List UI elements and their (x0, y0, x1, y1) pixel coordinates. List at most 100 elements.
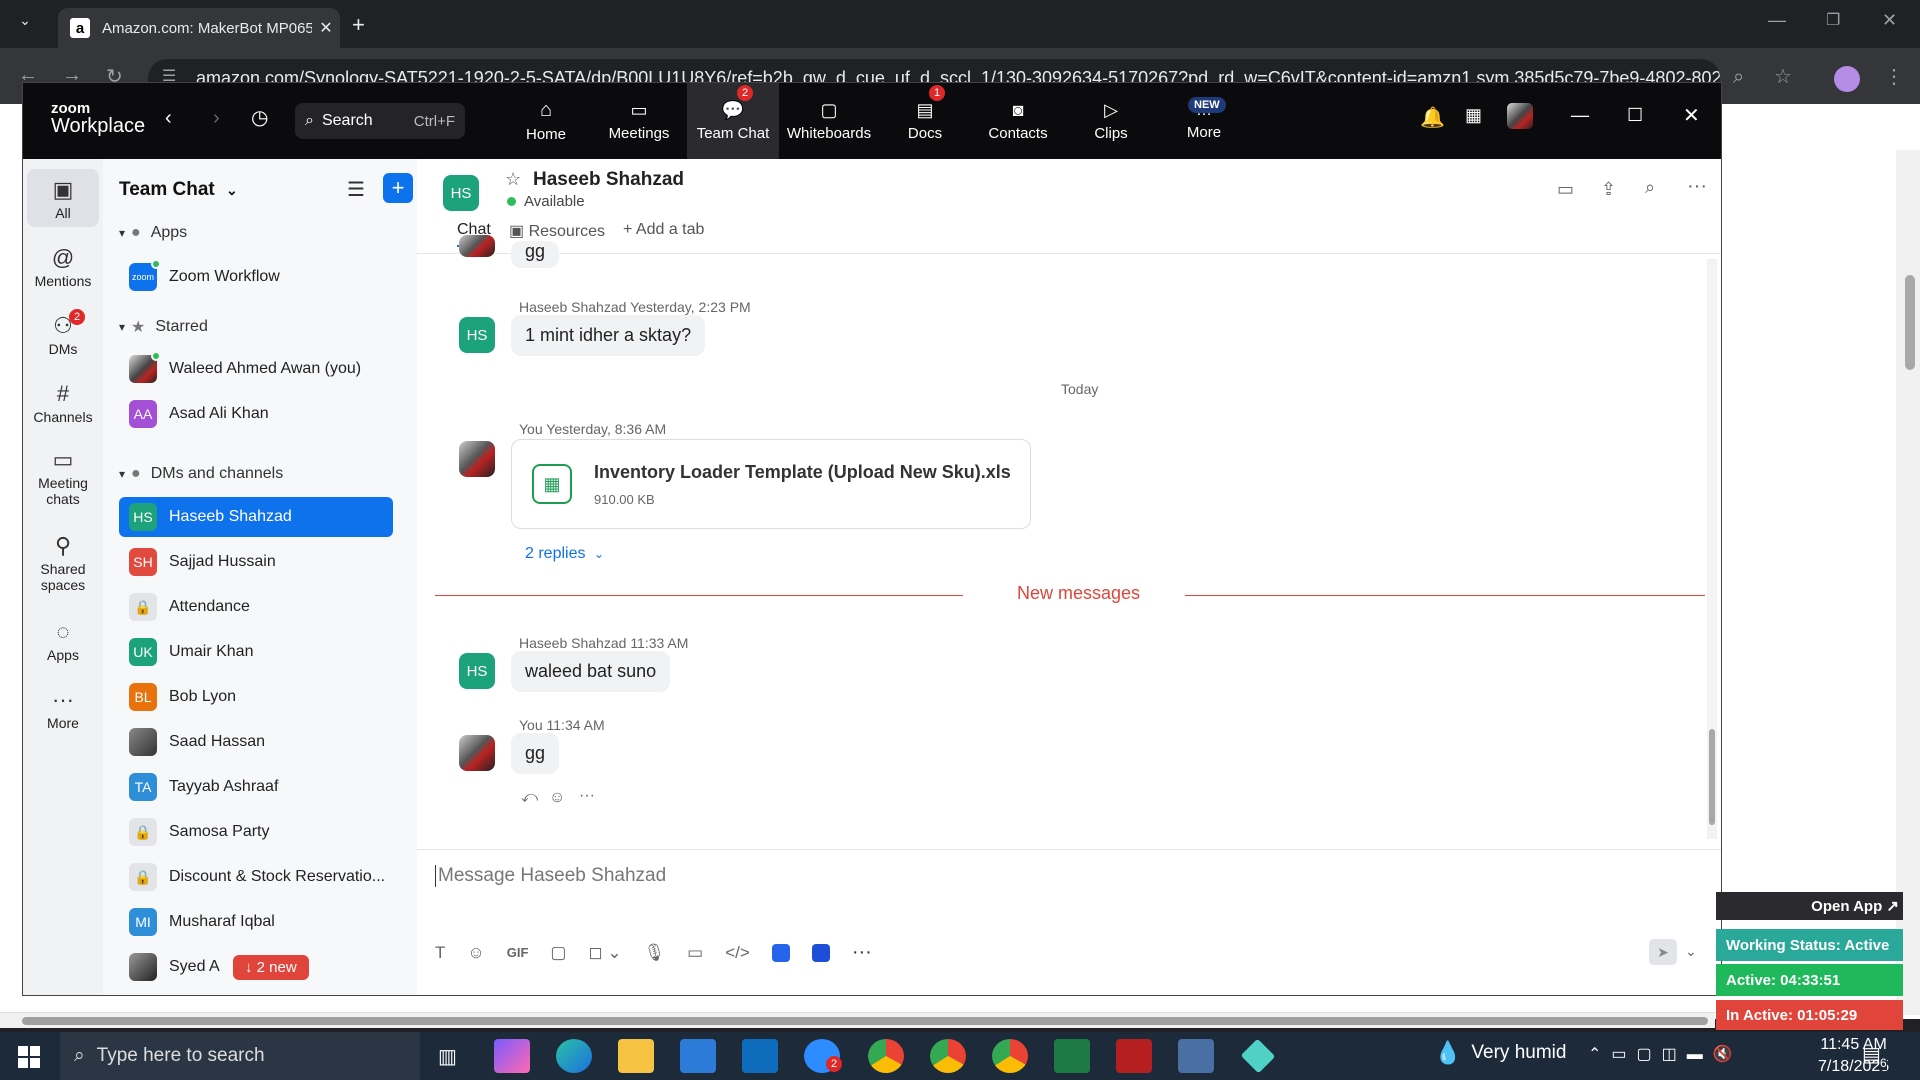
message-more-icon[interactable]: ··· (579, 787, 595, 805)
avatar[interactable]: HS (459, 317, 495, 353)
group-apps[interactable]: ▾ ● Apps (119, 224, 187, 242)
send-button[interactable]: ➤ (1649, 939, 1677, 965)
nav-whiteboards[interactable]: ▢ Whiteboards (779, 83, 879, 159)
task-view-icon[interactable]: ▥ (438, 1044, 457, 1069)
chat-scrollbar-thumb[interactable] (1709, 729, 1715, 825)
code-snippet-icon[interactable]: </> (725, 943, 750, 963)
replies-link[interactable]: 2 replies ⌄ (525, 545, 604, 563)
file-attachment-card[interactable]: ▦ Inventory Loader Template (Upload New … (511, 439, 1031, 529)
sidebar-item-tayyab[interactable]: TA Tayyab Ashraaf (119, 767, 393, 807)
open-app-button[interactable]: Open App ↗ (1716, 892, 1903, 920)
emoji-icon[interactable]: ☺ (467, 943, 484, 963)
screenshot-icon[interactable]: ◻ ⌄ (588, 943, 621, 963)
file-name[interactable]: Inventory Loader Template (Upload New Sk… (594, 462, 1011, 483)
favorite-star-icon[interactable]: ☆ (505, 169, 521, 190)
user-avatar[interactable] (1507, 103, 1533, 129)
close-zoom-icon[interactable]: ✕ (1683, 103, 1700, 128)
page-horizontal-scrollbar[interactable] (0, 1012, 1715, 1028)
excel-icon[interactable] (1054, 1039, 1090, 1073)
zoom-search-box[interactable]: ⌕ Search Ctrl+F (295, 103, 465, 139)
contact-avatar[interactable]: HS (443, 175, 479, 211)
avatar[interactable]: HS (459, 653, 495, 689)
nav-home[interactable]: ⌂ Home (500, 83, 592, 159)
new-tab-icon[interactable]: + (352, 12, 365, 38)
maximize-zoom-icon[interactable]: ☐ (1627, 105, 1643, 126)
sidebar-item-attendance[interactable]: 🔒 Attendance (119, 587, 393, 627)
tab-resources[interactable]: ▣ Resources (509, 221, 605, 241)
sidebar-item-waleed[interactable]: Waleed Ahmed Awan (you) (119, 349, 393, 389)
sidebar-item-umair[interactable]: UK Umair Khan (119, 632, 393, 672)
video-message-icon[interactable]: ▭ (687, 943, 703, 963)
sidebar-item-musharaf[interactable]: MI Musharaf Iqbal (119, 902, 393, 942)
add-reaction-icon[interactable]: ☺ (549, 789, 565, 807)
search-chat-icon[interactable]: ⌕ (1645, 177, 1655, 198)
sidebar-item-sajjad[interactable]: SH Sajjad Hussain (119, 542, 393, 582)
sidebar-item-zoom-workflow[interactable]: zoom Zoom Workflow (119, 257, 393, 297)
app-blue-icon-2[interactable] (811, 943, 830, 962)
sidebar-item-haseeb[interactable]: HS Haseeb Shahzad (119, 497, 393, 537)
calculator-icon[interactable] (1178, 1039, 1214, 1073)
page-scrollbar-thumb[interactable] (1905, 275, 1915, 370)
video-call-icon[interactable]: ▭ (1557, 179, 1574, 200)
nav-docs[interactable]: ▤ Docs 1 (879, 83, 971, 159)
chat-options-icon[interactable]: ··· (1687, 175, 1707, 198)
weather-widget[interactable]: 💧 Very humid (1434, 1040, 1566, 1066)
chrome-icon-2[interactable] (930, 1039, 966, 1073)
bookmark-star-icon[interactable]: ☆ (1774, 64, 1792, 89)
new-chat-button[interactable]: + (383, 173, 413, 203)
group-dms[interactable]: ▾ ● DMs and channels (119, 465, 283, 483)
new-messages-pill[interactable]: ↓ 2 new (233, 955, 309, 980)
outlook-icon[interactable] (742, 1039, 778, 1073)
rail-channels[interactable]: # Channels (27, 379, 99, 425)
sidebar-item-asad[interactable]: AA Asad Ali Khan (119, 394, 393, 434)
sidebar-item-saad[interactable]: Saad Hassan (119, 722, 393, 762)
message-input[interactable]: Message Haseeb Shahzad (435, 865, 1695, 887)
share-screen-icon[interactable]: ⇪ (1601, 179, 1616, 200)
reply-thread-icon[interactable]: ⤺ (521, 789, 538, 807)
message-bubble[interactable]: 1 mint idher a sktay? (511, 315, 706, 356)
attach-file-icon[interactable]: ▢ (550, 943, 566, 963)
format-text-icon[interactable]: T (435, 943, 445, 963)
nav-clips[interactable]: ▷ Clips (1065, 83, 1157, 159)
group-starred[interactable]: ▾ ★ Starred (119, 317, 208, 337)
edge-icon[interactable] (556, 1039, 592, 1073)
nav-contacts[interactable]: ◙ Contacts (972, 83, 1064, 159)
restore-browser-icon[interactable]: ❐ (1826, 10, 1840, 30)
browser-menu-icon[interactable]: ⋮ (1884, 64, 1904, 89)
calendar-icon[interactable]: ▦ (1465, 105, 1482, 126)
rail-mentions[interactable]: @ Mentions (27, 243, 99, 289)
zoom-lens-icon[interactable]: ⌕ (1733, 66, 1744, 89)
rail-more[interactable]: ··· More (27, 685, 99, 731)
chrome-icon-3[interactable] (992, 1039, 1028, 1073)
filezilla-icon[interactable] (1116, 1039, 1152, 1073)
app-blue-icon[interactable] (771, 943, 790, 962)
sidebar-item-samosa[interactable]: 🔒 Samosa Party (119, 812, 393, 852)
rail-meeting-chats[interactable]: ▭ Meeting chats (27, 445, 99, 507)
rail-dms[interactable]: ⚇ DMs 2 (27, 309, 99, 357)
copilot-icon[interactable] (494, 1039, 530, 1073)
sidebar-title[interactable]: Team Chat ⌄ (119, 179, 238, 201)
browser-tab-active[interactable]: a Amazon.com: MakerBot MP065 ✕ (58, 8, 340, 48)
notifications-bell-icon[interactable]: 🔔 (1420, 105, 1445, 130)
gif-icon[interactable]: GIF (507, 945, 529, 960)
history-icon[interactable]: ◷ (251, 105, 268, 130)
notification-center-icon[interactable]: ▤ (1862, 1042, 1881, 1067)
more-tools-icon[interactable]: ··· (852, 941, 872, 964)
nav-team-chat[interactable]: 💬 Team Chat 2 (687, 83, 779, 159)
rail-all[interactable]: ▣ All (27, 169, 99, 227)
send-options-chevron-icon[interactable]: ⌄ (1685, 943, 1697, 960)
taskbar-search-box[interactable]: ⌕ Type here to search (60, 1032, 420, 1080)
system-tray-icons[interactable]: ⌃▭▢◫▬🔇 (1588, 1044, 1743, 1064)
rail-shared-spaces[interactable]: ⚲ Shared spaces (27, 531, 99, 593)
minimize-browser-icon[interactable]: — (1768, 10, 1786, 31)
message-bubble[interactable]: waleed bat suno (511, 651, 671, 692)
add-tab-button[interactable]: + Add a tab (623, 221, 704, 239)
nav-forward-icon[interactable]: › (213, 107, 220, 130)
contact-name[interactable]: Haseeb Shahzad (533, 169, 684, 191)
microphone-icon[interactable]: 🎙 (644, 943, 666, 963)
nav-more[interactable]: … More NEW (1158, 83, 1250, 159)
close-tab-icon[interactable]: ✕ (312, 18, 340, 38)
chrome-icon[interactable] (868, 1039, 904, 1073)
profile-avatar[interactable] (1834, 66, 1860, 92)
sidebar-item-bob[interactable]: BL Bob Lyon (119, 677, 393, 717)
